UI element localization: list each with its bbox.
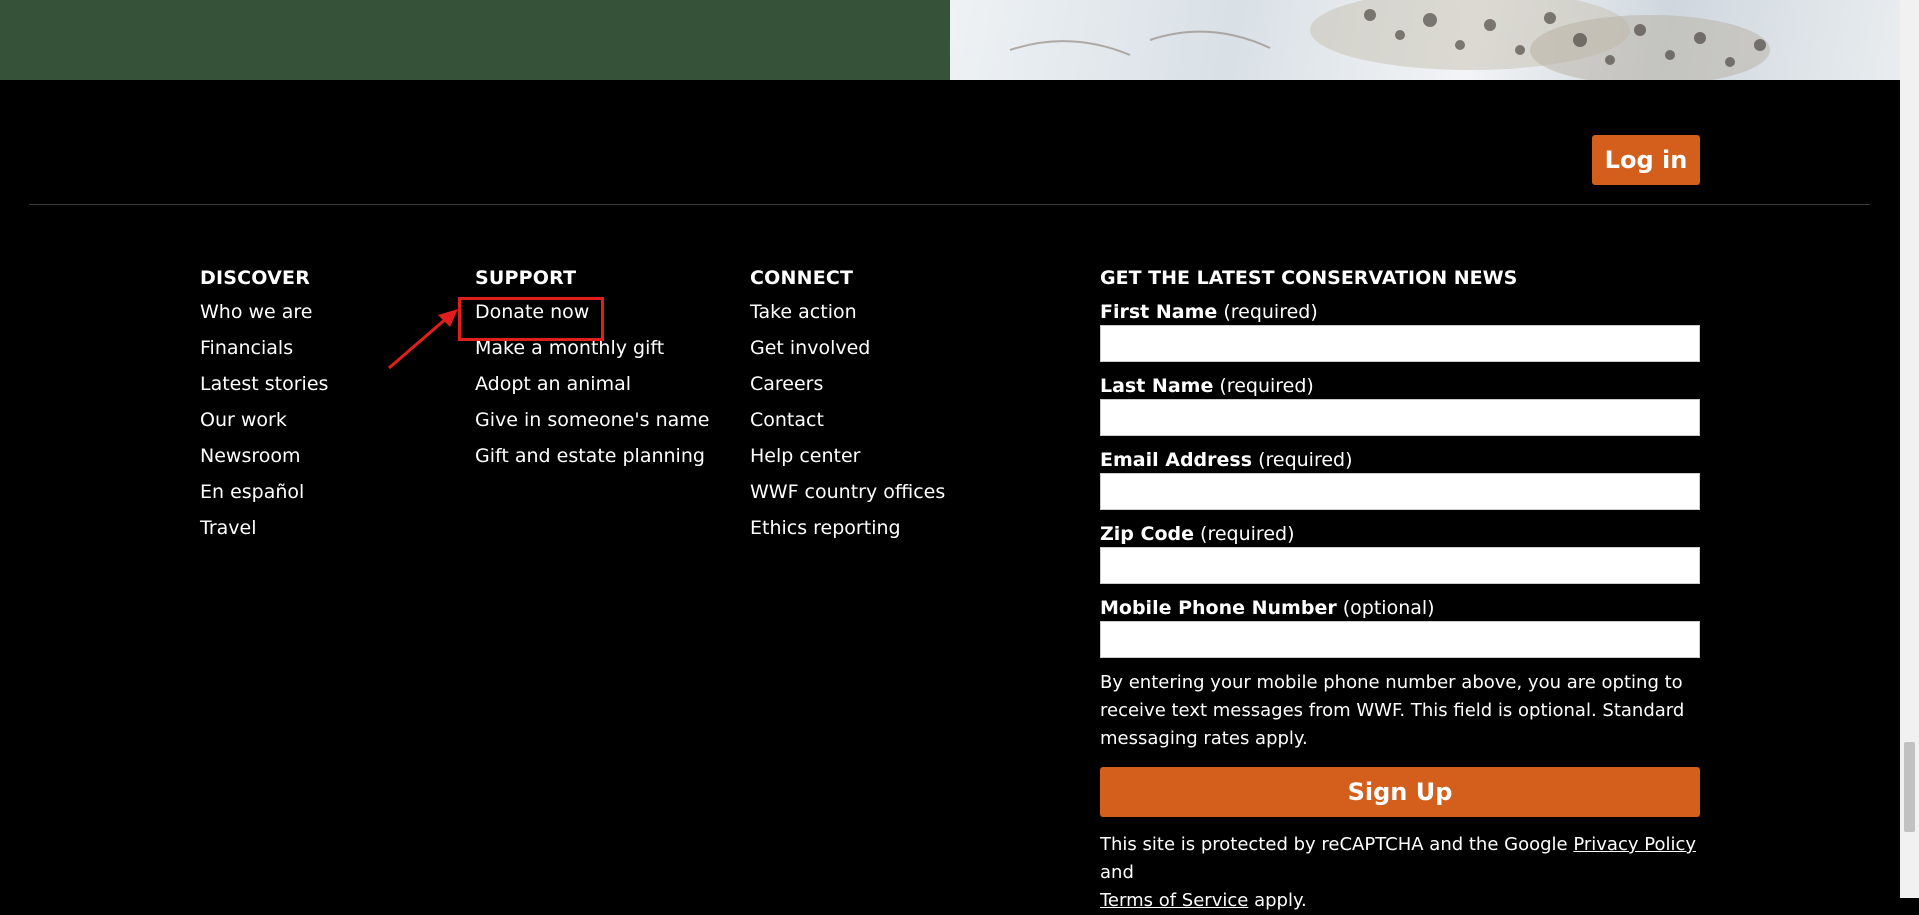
link-help-center[interactable]: Help center <box>750 445 860 467</box>
footer-divider <box>29 204 1870 205</box>
terms-of-service-link[interactable]: Terms of Service <box>1100 890 1248 911</box>
zip-code-label: Zip Code (required) <box>1100 523 1295 545</box>
green-banner <box>0 0 950 80</box>
mobile-phone-input[interactable] <box>1100 621 1700 658</box>
email-label: Email Address (required) <box>1100 449 1353 471</box>
login-button[interactable]: Log in <box>1592 135 1700 185</box>
first-name-input[interactable] <box>1100 325 1700 362</box>
link-financials[interactable]: Financials <box>200 337 293 359</box>
connect-column: CONNECT Take action Get involved Careers… <box>750 267 945 551</box>
page-scrollbar[interactable] <box>1900 0 1919 898</box>
scrollbar-thumb[interactable] <box>1904 742 1915 832</box>
newsletter-form: GET THE LATEST CONSERVATION NEWS First N… <box>1100 267 1700 915</box>
link-our-work[interactable]: Our work <box>200 409 287 431</box>
newsletter-heading: GET THE LATEST CONSERVATION NEWS <box>1100 267 1518 289</box>
link-newsroom[interactable]: Newsroom <box>200 445 301 467</box>
link-contact[interactable]: Contact <box>750 409 824 431</box>
link-gift-estate[interactable]: Gift and estate planning <box>475 445 705 467</box>
signup-button[interactable]: Sign Up <box>1100 767 1700 817</box>
link-take-action[interactable]: Take action <box>750 301 857 323</box>
last-name-label: Last Name (required) <box>1100 375 1314 397</box>
annotation-arrow-icon <box>388 309 458 370</box>
link-who-we-are[interactable]: Who we are <box>200 301 313 323</box>
discover-heading: DISCOVER <box>200 267 311 289</box>
first-name-label: First Name (required) <box>1100 301 1318 323</box>
snow-leopard-photo <box>950 0 1900 80</box>
connect-heading: CONNECT <box>750 267 854 289</box>
sms-disclaimer: By entering your mobile phone number abo… <box>1100 672 1685 749</box>
discover-column: DISCOVER Who we are Financials Latest st… <box>200 267 328 551</box>
link-latest-stories[interactable]: Latest stories <box>200 373 328 395</box>
link-give-in-name[interactable]: Give in someone's name <box>475 409 709 431</box>
annotation-highlight-box <box>458 297 604 341</box>
link-travel[interactable]: Travel <box>200 517 256 539</box>
link-careers[interactable]: Careers <box>750 373 823 395</box>
last-name-input[interactable] <box>1100 399 1700 436</box>
link-adopt-animal[interactable]: Adopt an animal <box>475 373 631 395</box>
support-heading: SUPPORT <box>475 267 577 289</box>
mobile-phone-label: Mobile Phone Number (optional) <box>1100 597 1435 619</box>
link-country-offices[interactable]: WWF country offices <box>750 481 945 503</box>
link-get-involved[interactable]: Get involved <box>750 337 870 359</box>
zip-code-input[interactable] <box>1100 547 1700 584</box>
email-input[interactable] <box>1100 473 1700 510</box>
link-ethics-reporting[interactable]: Ethics reporting <box>750 517 901 539</box>
link-en-espanol[interactable]: En español <box>200 481 304 503</box>
recaptcha-notice: This site is protected by reCAPTCHA and … <box>1100 834 1697 911</box>
privacy-policy-link[interactable]: Privacy Policy <box>1573 834 1696 855</box>
